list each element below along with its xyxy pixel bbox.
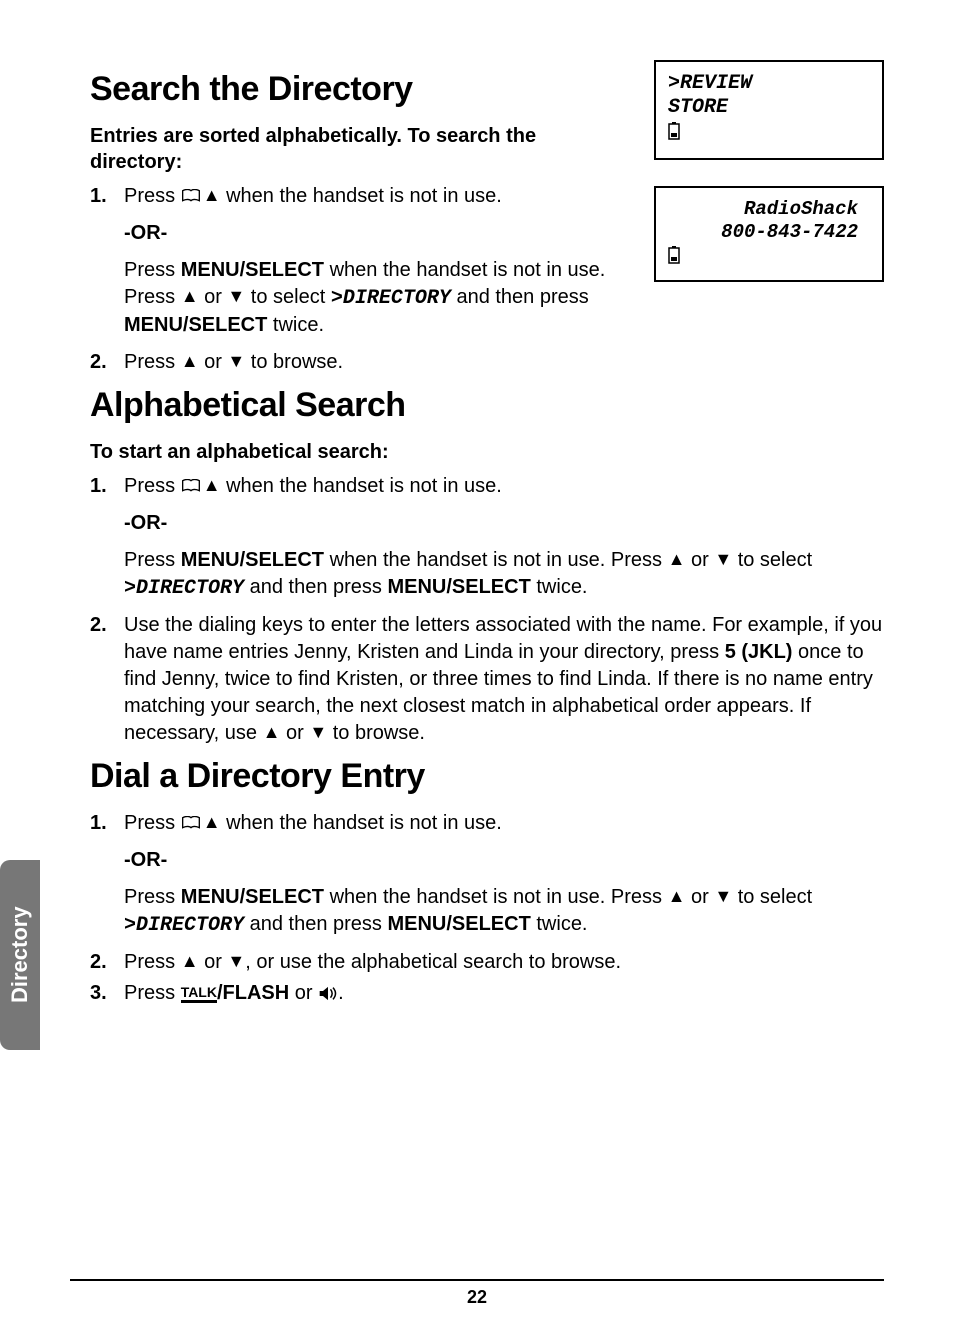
up-arrow-icon: ▲ — [203, 476, 221, 494]
or-text: -OR- — [124, 847, 884, 874]
lcd-line: RadioShack — [668, 198, 858, 221]
step-number: 2. — [90, 949, 124, 976]
page-number: 22 — [0, 1287, 954, 1308]
footer-divider — [70, 1279, 884, 1281]
up-arrow-icon: ▲ — [181, 352, 199, 370]
up-arrow-icon: ▲ — [668, 887, 686, 905]
battery-icon — [668, 122, 680, 148]
lcd-line: 800-843-7422 — [668, 221, 858, 244]
side-tab-directory: Directory — [0, 860, 40, 1050]
up-arrow-icon: ▲ — [181, 952, 199, 970]
down-arrow-icon: ▼ — [227, 287, 245, 305]
intro-search-directory: Entries are sorted alphabetically. To se… — [90, 123, 630, 175]
up-arrow-icon: ▲ — [668, 550, 686, 568]
up-arrow-icon: ▲ — [203, 186, 221, 204]
step-number: 1. — [90, 810, 124, 945]
intro-alphabetical-search: To start an alphabetical search: — [90, 439, 884, 465]
up-arrow-icon: ▲ — [263, 723, 281, 741]
battery-icon — [668, 246, 680, 271]
heading-search-directory: Search the Directory — [90, 70, 630, 109]
down-arrow-icon: ▼ — [227, 352, 245, 370]
step-number: 1. — [90, 473, 124, 608]
step-number: 3. — [90, 980, 124, 1007]
or-text: -OR- — [124, 220, 630, 247]
step-number: 1. — [90, 183, 124, 345]
step-body: Press ▲ when the handset is not in use. … — [124, 183, 630, 345]
step-body: Press ▲ when the handset is not in use. … — [124, 473, 884, 608]
down-arrow-icon: ▼ — [714, 887, 732, 905]
step-number: 2. — [90, 612, 124, 747]
directory-icon — [181, 189, 201, 203]
down-arrow-icon: ▼ — [309, 723, 327, 741]
directory-icon — [181, 816, 201, 830]
step-body: Use the dialing keys to enter the letter… — [124, 612, 884, 747]
lcd-line: STORE — [668, 96, 870, 120]
talk-icon: TALK — [181, 985, 217, 1003]
step-body: Press ▲ when the handset is not in use. … — [124, 810, 884, 945]
or-text: -OR- — [124, 510, 884, 537]
step-body: Press ▲ or ▼ to browse. — [124, 349, 630, 376]
lcd-line: >REVIEW — [668, 72, 870, 96]
lcd-screen-review-store: >REVIEW STORE — [654, 60, 884, 160]
step-body: Press TALK/FLASH or . — [124, 980, 884, 1007]
lcd-screen-contact: RadioShack 800-843-7422 — [654, 186, 884, 282]
down-arrow-icon: ▼ — [714, 550, 732, 568]
step-number: 2. — [90, 349, 124, 376]
speaker-icon — [318, 982, 338, 998]
directory-icon — [181, 479, 201, 493]
heading-alphabetical-search: Alphabetical Search — [90, 386, 884, 425]
down-arrow-icon: ▼ — [227, 952, 245, 970]
heading-dial-directory-entry: Dial a Directory Entry — [90, 757, 884, 796]
up-arrow-icon: ▲ — [203, 813, 221, 831]
up-arrow-icon: ▲ — [181, 287, 199, 305]
step-body: Press ▲ or ▼, or use the alphabetical se… — [124, 949, 884, 976]
